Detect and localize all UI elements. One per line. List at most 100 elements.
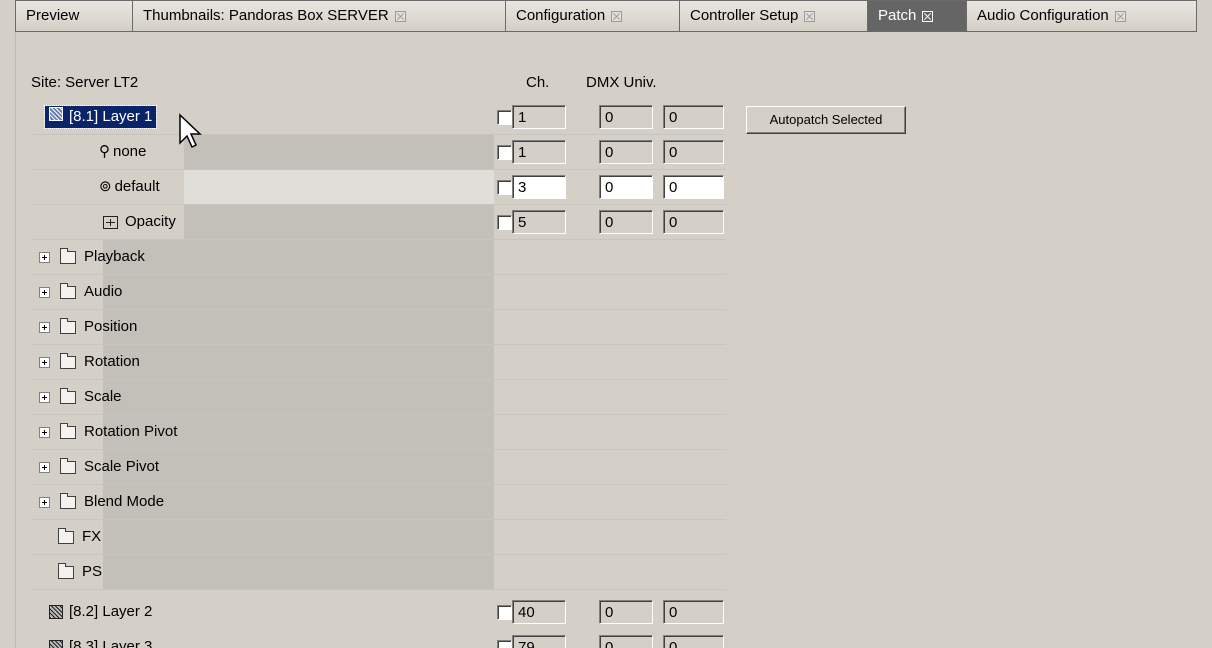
universe-field[interactable]: 0 — [663, 210, 724, 234]
expand-icon[interactable] — [39, 251, 50, 263]
tab-bar: Preview Thumbnails: Pandoras Box SERVER … — [15, 0, 1197, 32]
mouse-cursor-icon — [179, 113, 202, 149]
channel-field[interactable]: 1 — [512, 105, 566, 129]
row-label: Opacity — [125, 213, 176, 230]
tab-patch[interactable]: Patch — [868, 1, 967, 31]
row-label: FX — [82, 528, 102, 545]
expand-icon[interactable] — [39, 321, 50, 333]
channel-field[interactable]: 79 — [512, 635, 566, 648]
expand-icon[interactable] — [39, 356, 50, 368]
expand-icon[interactable] — [39, 286, 50, 298]
mesh-icon: ⊚ — [99, 178, 112, 195]
site-label: Site: Server LT2 — [31, 74, 139, 91]
dmx-field[interactable]: 0 — [599, 140, 653, 164]
channel-field[interactable]: 40 — [512, 600, 566, 624]
row-highlight — [103, 380, 494, 414]
tree-row-audio[interactable]: Audio — [31, 275, 726, 310]
expand-icon[interactable] — [39, 496, 50, 508]
row-highlight — [184, 170, 494, 204]
row-label: [8.3] Layer 3 — [69, 638, 153, 648]
dmx-field[interactable]: 0 — [599, 210, 653, 234]
row-label: Audio — [84, 283, 123, 300]
dmx-field[interactable]: 0 — [599, 600, 653, 624]
tab-label: Thumbnails: Pandoras Box SERVER — [143, 7, 389, 24]
tree-row-rotation[interactable]: Rotation — [31, 345, 726, 380]
channel-field[interactable]: 1 — [512, 140, 566, 164]
patch-checkbox[interactable] — [497, 145, 512, 160]
opacity-icon — [103, 215, 118, 229]
tab-label: Configuration — [516, 7, 606, 24]
row-highlight — [103, 450, 494, 484]
folder-icon — [60, 422, 76, 439]
close-icon[interactable] — [922, 10, 934, 22]
tree-row-opacity[interactable]: Opacity 5 0 0 — [31, 205, 726, 240]
tree-row-scale-pivot[interactable]: Scale Pivot — [31, 450, 726, 485]
close-icon[interactable] — [1114, 10, 1126, 22]
expand-icon[interactable] — [39, 391, 50, 403]
tree-row-position[interactable]: Position — [31, 310, 726, 345]
tree-row-fx[interactable]: FX — [31, 520, 726, 555]
dmx-universe-header: DMX Univ. — [586, 74, 657, 91]
patch-checkbox[interactable] — [497, 605, 512, 620]
universe-field[interactable]: 0 — [663, 140, 724, 164]
row-label: [8.2] Layer 2 — [69, 603, 153, 620]
tab-controller-setup[interactable]: Controller Setup — [680, 1, 868, 31]
folder-icon — [60, 492, 76, 509]
universe-field[interactable]: 0 — [663, 600, 724, 624]
layer-icon — [49, 107, 63, 121]
expand-icon[interactable] — [39, 461, 50, 473]
tab-configuration[interactable]: Configuration — [506, 1, 680, 31]
tree-row-blend-mode[interactable]: Blend Mode — [31, 485, 726, 520]
row-highlight — [184, 205, 494, 239]
row-label: Scale Pivot — [84, 458, 160, 475]
patch-checkbox[interactable] — [497, 180, 512, 195]
folder-icon — [60, 457, 76, 474]
tab-audio-configuration[interactable]: Audio Configuration — [967, 1, 1196, 31]
tree-row-scale[interactable]: Scale — [31, 380, 726, 415]
autopatch-selected-button[interactable]: Autopatch Selected — [746, 106, 906, 134]
tree-row-layer-1[interactable]: [8.1] Layer 1 1 0 0 — [31, 100, 726, 135]
row-label: Playback — [84, 248, 145, 265]
tab-preview[interactable]: Preview — [16, 1, 133, 31]
row-label: none — [113, 143, 147, 160]
expand-icon[interactable] — [39, 426, 50, 438]
universe-field[interactable]: 0 — [663, 105, 724, 129]
universe-field[interactable]: 0 — [663, 175, 724, 199]
close-icon[interactable] — [394, 10, 406, 22]
layer-icon — [49, 640, 63, 648]
dmx-field[interactable]: 0 — [599, 635, 653, 648]
tree-row-layer-2[interactable]: [8.2] Layer 2 40 0 0 — [31, 595, 726, 630]
row-highlight — [103, 240, 494, 274]
row-label: Rotation Pivot — [84, 423, 178, 440]
row-divider — [31, 589, 726, 590]
tree-row-playback[interactable]: Playback — [31, 240, 726, 275]
dmx-field[interactable]: 0 — [599, 175, 653, 199]
tree-row-default[interactable]: ⊚ default 3 0 0 — [31, 170, 726, 205]
tab-thumbnails[interactable]: Thumbnails: Pandoras Box SERVER — [133, 1, 506, 31]
channel-field[interactable]: 3 — [512, 175, 566, 199]
selected-item[interactable]: [8.1] Layer 1 — [43, 105, 158, 129]
channel-field[interactable]: 5 — [512, 210, 566, 234]
folder-icon — [60, 282, 76, 299]
tab-label: Audio Configuration — [977, 7, 1109, 24]
channel-header: Ch. — [526, 74, 550, 91]
folder-icon — [60, 387, 76, 404]
layer-icon — [49, 605, 63, 619]
close-icon[interactable] — [804, 10, 816, 22]
folder-icon — [60, 352, 76, 369]
tree-row-ps[interactable]: PS — [31, 555, 726, 590]
patch-checkbox[interactable] — [497, 640, 512, 648]
dmx-field[interactable]: 0 — [599, 105, 653, 129]
row-highlight — [103, 520, 494, 554]
tree-row-layer-3[interactable]: [8.3] Layer 3 79 0 0 — [31, 630, 726, 648]
row-label: Rotation — [84, 353, 140, 370]
patch-checkbox[interactable] — [497, 215, 512, 230]
row-highlight — [184, 135, 494, 169]
tree-row-rotation-pivot[interactable]: Rotation Pivot — [31, 415, 726, 450]
close-icon[interactable] — [611, 10, 623, 22]
universe-field[interactable]: 0 — [663, 635, 724, 648]
patch-checkbox[interactable] — [497, 110, 512, 125]
tree-row-none[interactable]: ⚲ none 1 0 0 — [31, 135, 726, 170]
tab-label: Controller Setup — [690, 7, 799, 24]
tab-label: Preview — [26, 7, 80, 24]
